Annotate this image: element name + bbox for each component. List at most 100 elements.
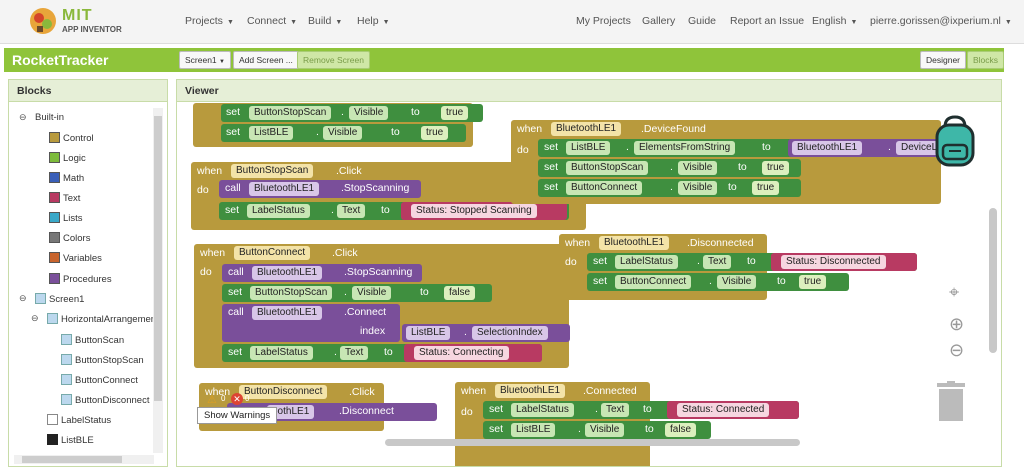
blocks-button[interactable]: Blocks [967,51,1005,69]
app-inventor-logo[interactable]: MIT APP INVENTOR [28,6,128,38]
button-icon [61,394,72,405]
call-stopscanning-block[interactable]: call BluetoothLE1 .StopScanning [222,264,422,282]
menu-build[interactable]: Build ▼ [308,15,342,27]
warning-indicator[interactable]: ⚠ 0 ✕ 0 [207,393,267,407]
trash-icon[interactable] [935,381,967,423]
variables-color-icon [49,252,60,263]
menu-user-account[interactable]: pierre.gorissen@ixperium.nl ▼ [870,15,1012,27]
set-visible-block[interactable]: set ButtonStopScan . Visible to false [222,284,492,302]
tree-button-scan[interactable]: ButtonScan [61,334,124,346]
tree-button-stop-scan[interactable]: ButtonStopScan [61,354,144,366]
tree-math[interactable]: Math [49,172,84,184]
link-my-projects[interactable]: My Projects [576,15,631,27]
menu-help[interactable]: Help ▼ [357,15,390,27]
blocks-panel: Blocks ⊖ Built-in Control Logic Math Tex… [8,79,168,467]
listview-icon [47,434,58,445]
logo-title: MIT [62,7,93,24]
text-string-block[interactable]: Status: Disconnected [771,253,917,271]
viewer-title: Viewer [177,80,1001,102]
tree-screen1[interactable]: Screen1 [35,293,84,305]
add-screen-button[interactable]: Add Screen ... [233,51,299,69]
tree-colors[interactable]: Colors [49,232,90,244]
set-visible-block[interactable]: set ButtonConnect . Visible to true [587,273,849,291]
menu-connect[interactable]: Connect ▼ [247,15,297,27]
event-bluetoothle1-devicefound[interactable]: when BluetoothLE1 .DeviceFound do set Li… [511,120,948,204]
center-target-icon[interactable]: ⌖ [949,283,959,301]
project-toolbar: RocketTracker Screen1 ▼ Add Screen ... R… [4,48,1005,72]
set-listble-elements-block[interactable]: set ListBLE . ElementsFromString to Blue… [538,139,948,157]
control-color-icon [49,132,60,143]
event-buttonconnect-click[interactable]: when ButtonConnect .Click do call Blueto… [194,244,570,368]
set-labelstatus-text-block[interactable]: set LabelStatus . Text to Status: Connec… [483,401,799,419]
text-string-block[interactable]: Status: Connected [667,401,799,419]
show-warnings-button[interactable]: Show Warnings [197,407,278,424]
event-bluetoothle1-connected[interactable]: when BluetoothLE1 .Connected do set Labe… [455,382,799,466]
tree-label-status[interactable]: LabelStatus [47,414,111,426]
menu-language[interactable]: English ▼ [812,15,857,27]
call-stopscanning-block[interactable]: call BluetoothLE1 .StopScanning [219,180,421,198]
collapse-icon[interactable]: ⊖ [19,293,27,304]
backpack-icon[interactable] [929,115,981,169]
zoom-in-icon[interactable]: ⊕ [949,315,964,333]
set-labelstatus-text-block[interactable]: set LabelStatus . Text to Status: Stoppe… [219,202,569,220]
top-navbar: MIT APP INVENTOR Projects ▼ Connect ▼ Buil… [0,0,1024,44]
error-icon: ✕ [231,393,243,405]
tree-variables[interactable]: Variables [49,252,102,264]
call-connect-block[interactable]: call BluetoothLE1 .Connect index [222,304,400,342]
tree-control[interactable]: Control [49,132,94,144]
blocks-workspace[interactable]: set ButtonStopScan . Visible to true set… [177,103,1001,466]
tree-button-connect[interactable]: ButtonConnect [61,374,138,386]
tree-procedures[interactable]: Procedures [49,273,112,285]
zoom-out-icon[interactable]: ⊖ [949,341,964,359]
blocks-horizontal-scrollbar[interactable] [14,455,154,464]
set-labelstatus-text-block[interactable]: set LabelStatus . Text to Status: Connec… [222,344,542,362]
collapse-icon[interactable]: ⊖ [19,112,27,123]
text-string-block[interactable]: Status: Stopped Scanning [401,202,567,220]
text-string-block[interactable]: Status: Connecting [404,344,542,362]
button-icon [61,354,72,365]
set-visible-block[interactable]: set ListBLE . Visible to true [221,124,466,142]
tree-button-disconnect[interactable]: ButtonDisconnect [61,394,149,406]
get-device-block[interactable]: BluetoothLE1 . DeviceL [788,139,948,157]
set-visible-block[interactable]: set ButtonStopScan . Visible to true [221,104,483,122]
get-selectionindex-block[interactable]: ListBLE . SelectionIndex [402,324,570,342]
text-color-icon [49,192,60,203]
arrangement-icon [47,313,58,324]
workspace-horizontal-scrollbar[interactable] [385,439,800,446]
label-icon [47,414,58,425]
procedures-color-icon [49,273,60,284]
button-icon [61,374,72,385]
button-icon [61,334,72,345]
warning-icon: ⚠ [207,394,217,406]
tree-text[interactable]: Text [49,192,80,204]
event-bluetoothle1-disconnected[interactable]: when BluetoothLE1 .Disconnected do set L… [559,234,917,300]
menu-projects[interactable]: Projects ▼ [185,15,234,27]
tree-list-ble[interactable]: ListBLE [47,434,94,446]
tree-logic[interactable]: Logic [49,152,86,164]
set-visible-block[interactable]: set ButtonConnect . Visible to true [538,179,801,197]
set-visible-block[interactable]: set ListBLE . Visible to false [483,421,711,439]
logo-icon [30,8,56,34]
math-color-icon [49,172,60,183]
workspace-vertical-scrollbar[interactable] [989,208,997,353]
blocks-vertical-scrollbar[interactable] [153,108,163,453]
tree-lists[interactable]: Lists [49,212,83,224]
block-partial-stopscan[interactable]: set ButtonStopScan . Visible to true set… [193,103,483,147]
screen-selector[interactable]: Screen1 ▼ [179,51,231,69]
lists-color-icon [49,212,60,223]
set-labelstatus-text-block[interactable]: set LabelStatus . Text to Status: Discon… [587,253,917,271]
link-guide[interactable]: Guide [688,15,716,27]
designer-button[interactable]: Designer [920,51,967,69]
remove-screen-button[interactable]: Remove Screen [297,51,370,69]
viewer-panel: Viewer set ButtonStopScan . Visible to t… [176,79,1002,467]
link-gallery[interactable]: Gallery [642,15,675,27]
collapse-icon[interactable]: ⊖ [31,313,39,324]
tree-horizontal-arrangement[interactable]: HorizontalArrangement [47,313,159,325]
set-visible-block[interactable]: set ButtonStopScan . Visible to true [538,159,801,177]
blocks-panel-title: Blocks [9,80,167,102]
logo-subtitle: APP INVENTOR [62,25,122,34]
logic-color-icon [49,152,60,163]
tree-built-in[interactable]: Built-in [35,112,64,123]
colors-color-icon [49,232,60,243]
link-report-issue[interactable]: Report an Issue [730,15,804,27]
